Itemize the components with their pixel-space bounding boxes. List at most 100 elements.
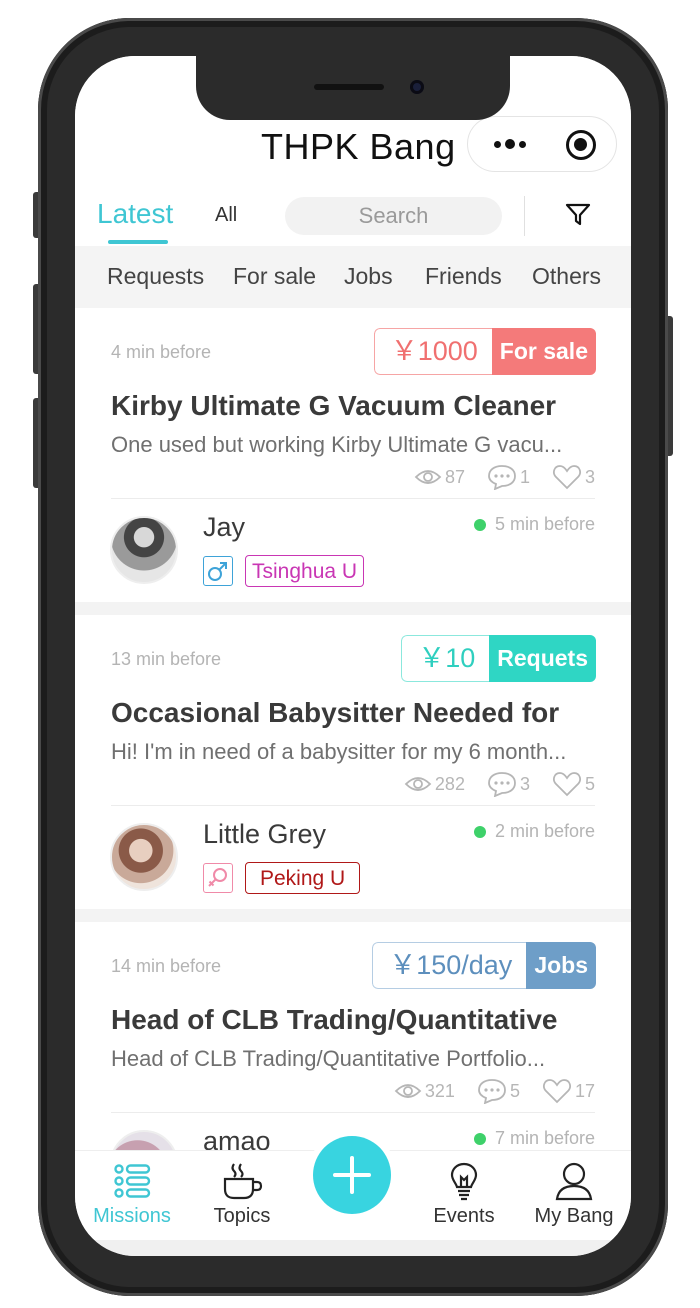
more-options-icon[interactable] xyxy=(490,131,530,157)
user-name[interactable]: Jay xyxy=(203,512,245,543)
nav-my-bang-label: My Bang xyxy=(534,1205,614,1227)
post-card[interactable]: 13 min before ￥10 Requets Occasional Bab… xyxy=(75,615,631,909)
price-tag: ￥150/day Jobs xyxy=(372,942,596,989)
comments-stat[interactable]: 1 xyxy=(487,464,530,490)
likes-count: 5 xyxy=(584,773,595,794)
tab-all[interactable]: All xyxy=(215,204,237,227)
card-divider xyxy=(111,1112,595,1113)
likes-count: 3 xyxy=(584,466,595,487)
likes-stat[interactable]: 3 xyxy=(552,464,595,490)
category-requests[interactable]: Requests xyxy=(107,263,204,290)
category-for-sale[interactable]: For sale xyxy=(233,263,316,290)
views-count: 282 xyxy=(434,773,465,794)
comments-count: 5 xyxy=(509,1080,520,1101)
views-stat: 282 xyxy=(404,774,465,795)
post-stats: 321 5 17 xyxy=(372,1078,595,1104)
eye-icon xyxy=(414,470,442,484)
app-title: THPK Bang xyxy=(261,126,456,167)
front-camera xyxy=(410,80,424,94)
phone-screen: THPK Bang Latest All Search Requests For… xyxy=(75,56,631,1256)
nav-events-label: Events xyxy=(433,1205,495,1227)
post-price: ￥150/day xyxy=(372,942,527,989)
avatar[interactable] xyxy=(110,823,178,891)
post-description: Hi! I'm in need of a babysitter for my 6… xyxy=(111,739,567,764)
online-dot xyxy=(473,518,486,531)
post-price: ￥10 xyxy=(401,635,490,682)
create-post-button[interactable] xyxy=(313,1136,391,1214)
nav-events[interactable]: Events xyxy=(409,1161,519,1228)
post-card[interactable]: 4 min before ￥1000 For sale Kirby Ultima… xyxy=(75,308,631,602)
comment-icon xyxy=(488,772,516,797)
post-time: 4 min before xyxy=(111,342,212,362)
category-jobs[interactable]: Jobs xyxy=(344,263,393,290)
online-dot xyxy=(473,825,486,838)
post-time: 14 min before xyxy=(111,956,222,976)
male-icon xyxy=(208,562,227,581)
heart-icon xyxy=(553,465,581,490)
school-badge: Peking U xyxy=(245,862,361,894)
category-others[interactable]: Others xyxy=(532,263,601,290)
post-stats: 282 3 5 xyxy=(382,771,595,797)
nav-topics-label: Topics xyxy=(213,1205,271,1227)
avatar[interactable] xyxy=(110,1130,178,1150)
post-category-badge: Requets xyxy=(489,635,596,682)
last-online-text: 2 min before xyxy=(494,821,595,841)
close-mini-program-icon[interactable] xyxy=(566,130,596,160)
filter-icon[interactable] xyxy=(565,202,591,228)
category-friends[interactable]: Friends xyxy=(425,263,502,290)
divider xyxy=(524,196,525,236)
comment-icon xyxy=(488,465,516,490)
last-online: 2 min before xyxy=(473,821,595,842)
last-online: 5 min before xyxy=(473,514,595,535)
search-input[interactable]: Search xyxy=(285,197,502,235)
last-online: 7 min before xyxy=(473,1128,595,1149)
nav-my-bang[interactable]: My Bang xyxy=(519,1161,629,1228)
views-count: 321 xyxy=(424,1080,455,1101)
comments-count: 1 xyxy=(519,466,530,487)
coffee-cup-icon xyxy=(223,1163,263,1200)
category-bar: Requests For sale Jobs Friends Others xyxy=(75,246,631,308)
post-feed: 4 min before ￥1000 For sale Kirby Ultima… xyxy=(75,308,631,1150)
likes-stat[interactable]: 17 xyxy=(542,1078,595,1104)
card-divider xyxy=(111,805,595,806)
tab-latest[interactable]: Latest xyxy=(97,198,173,230)
views-count: 87 xyxy=(444,466,465,487)
nav-topics[interactable]: Topics xyxy=(187,1161,297,1228)
post-price: ￥1000 xyxy=(373,328,492,375)
comments-stat[interactable]: 5 xyxy=(477,1078,520,1104)
school-badge: Tsinghua U xyxy=(245,555,365,587)
lightbulb-icon xyxy=(450,1162,478,1201)
user-name[interactable]: Little Grey xyxy=(203,819,326,850)
comments-stat[interactable]: 3 xyxy=(487,771,530,797)
likes-stat[interactable]: 5 xyxy=(552,771,595,797)
online-dot xyxy=(473,1132,486,1145)
home-indicator[interactable] xyxy=(293,1219,433,1224)
post-title: Head of CLB Trading/Quantitative xyxy=(111,1004,558,1035)
price-tag: ￥1000 For sale xyxy=(373,328,596,375)
speaker-grille xyxy=(314,84,384,90)
phone-notch xyxy=(196,56,510,120)
user-name[interactable]: amao xyxy=(203,1126,271,1150)
last-online-text: 5 min before xyxy=(494,514,595,534)
nav-missions[interactable]: Missions xyxy=(77,1161,187,1228)
post-category-badge: For sale xyxy=(491,328,596,375)
female-icon xyxy=(208,868,227,887)
heart-icon xyxy=(542,1079,571,1104)
comment-icon xyxy=(478,1079,506,1104)
list-icon xyxy=(114,1164,151,1198)
last-online-text: 7 min before xyxy=(494,1128,595,1148)
price-tag: ￥10 Requets xyxy=(401,635,596,682)
gender-badge-female xyxy=(203,863,233,893)
likes-count: 17 xyxy=(574,1080,595,1101)
views-stat: 321 xyxy=(394,1081,455,1102)
eye-icon xyxy=(394,1084,422,1098)
post-card[interactable]: 14 min before ￥150/day Jobs Head of CLB … xyxy=(75,922,631,1150)
phone-frame: THPK Bang Latest All Search Requests For… xyxy=(38,18,668,1296)
heart-icon xyxy=(553,772,581,797)
avatar[interactable] xyxy=(110,516,178,584)
post-stats: 87 1 3 xyxy=(392,464,595,490)
post-description: Head of CLB Trading/Quantitative Portfol… xyxy=(111,1046,546,1071)
person-icon xyxy=(555,1162,593,1201)
post-title: Kirby Ultimate G Vacuum Cleaner xyxy=(111,390,557,421)
nav-missions-label: Missions xyxy=(93,1205,171,1227)
